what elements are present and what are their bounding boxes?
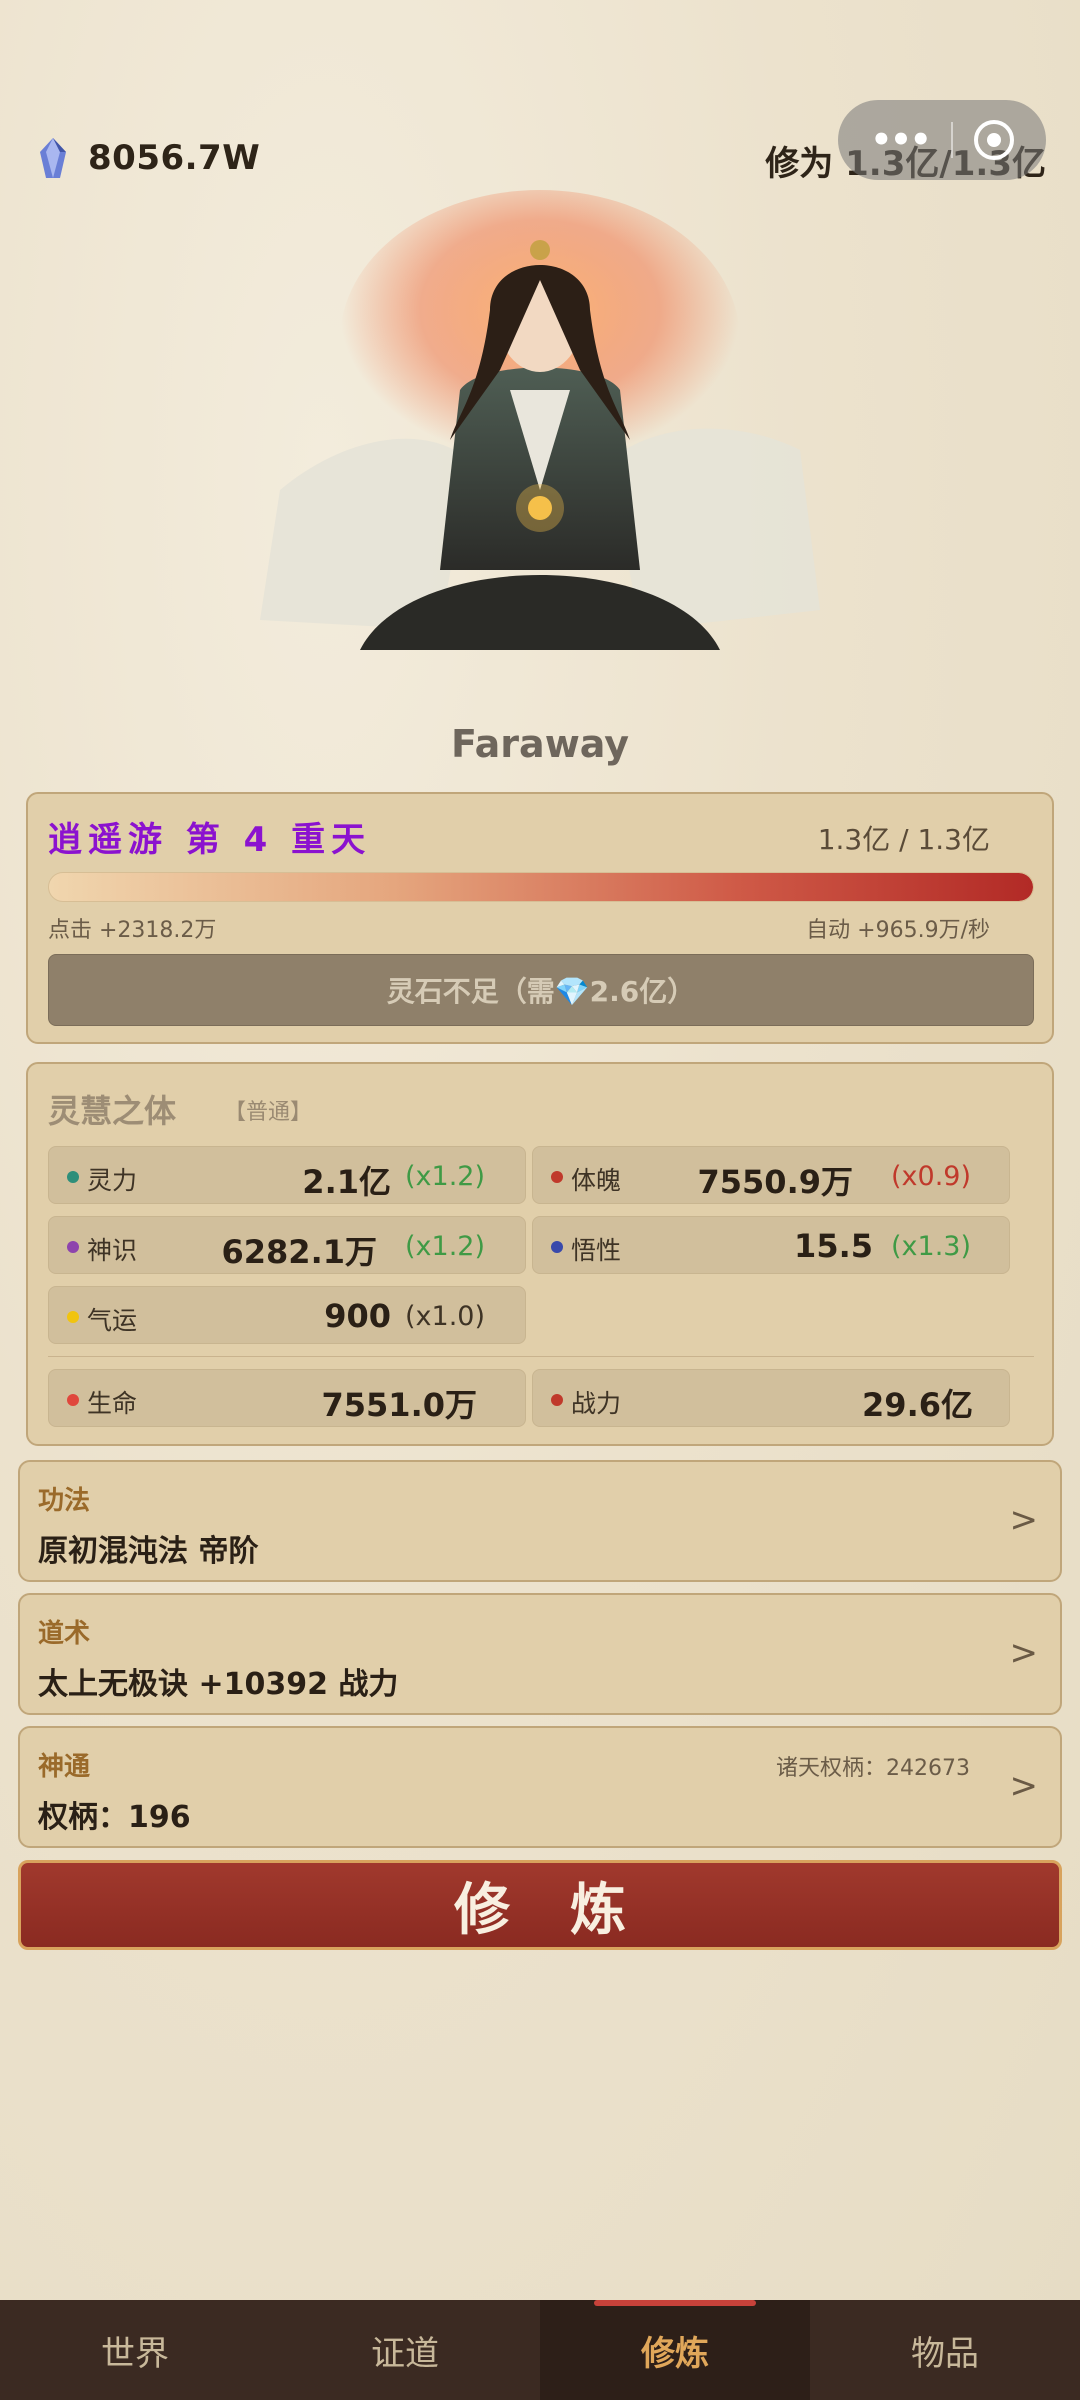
tab-items[interactable]: 物品 bbox=[810, 2300, 1080, 2400]
stat-physique: 体魄 7550.9万 (x0.9) bbox=[532, 1146, 1010, 1204]
stat-value: 6282.1万 bbox=[221, 1233, 378, 1271]
ability-row[interactable]: 神通 诸天权柄：242673 权柄：196 > bbox=[18, 1726, 1062, 1848]
stat-dot bbox=[67, 1241, 79, 1253]
stat-dot bbox=[551, 1394, 563, 1406]
chevron-right-icon: > bbox=[1009, 1500, 1039, 1540]
stat-value: 7551.0万 bbox=[321, 1386, 478, 1424]
breakthrough-button[interactable]: 灵石不足（需💎2.6亿） bbox=[48, 954, 1034, 1026]
stat-value: 900 bbox=[324, 1297, 391, 1335]
stat-multiplier: (x1.3) bbox=[891, 1231, 971, 1262]
stat-dot bbox=[551, 1171, 563, 1183]
stat-label: 灵力 bbox=[87, 1166, 138, 1195]
stat-label: 体魄 bbox=[571, 1166, 622, 1195]
stat-dot bbox=[67, 1311, 79, 1323]
art-category: 道术 bbox=[38, 1619, 91, 1649]
stat-label: 战力 bbox=[571, 1389, 622, 1418]
player-name: Faraway bbox=[450, 722, 630, 766]
stat-value: 7550.9万 bbox=[697, 1163, 854, 1201]
realm-progress-text: 1.3亿 / 1.3亿 bbox=[817, 823, 990, 856]
mini-program-capsule[interactable]: ••• bbox=[838, 100, 1046, 180]
stat-multiplier: (x1.0) bbox=[405, 1301, 485, 1332]
auto-gain-text: 自动 +965.9万/秒 bbox=[806, 918, 990, 943]
spirit-stone-value: 8056.7W bbox=[88, 138, 261, 178]
spirit-crystal-icon bbox=[40, 138, 66, 178]
cultivate-button[interactable]: 修炼 bbox=[18, 1860, 1062, 1950]
spirit-stone-counter: 8056.7W bbox=[38, 138, 260, 178]
stat-value: 29.6亿 bbox=[862, 1386, 973, 1424]
bottom-nav: 世界 证道 修炼 物品 bbox=[0, 2300, 1080, 2400]
art-row[interactable]: 道术 太上无极诀 +10392 战力 > bbox=[18, 1593, 1062, 1715]
cultivator-avatar bbox=[260, 190, 820, 650]
ability-side-info: 诸天权柄：242673 bbox=[776, 1756, 970, 1781]
technique-row[interactable]: 功法 原初混沌法 帝阶 > bbox=[18, 1460, 1062, 1582]
technique-value: 原初混沌法 帝阶 bbox=[38, 1534, 259, 1569]
body-grade: 【普通】 bbox=[224, 1100, 313, 1125]
body-stats-panel: 灵慧之体 【普通】 灵力 2.1亿 (x1.2) 体魄 7550.9万 (x0.… bbox=[26, 1062, 1054, 1446]
click-gain-text: 点击 +2318.2万 bbox=[48, 918, 217, 943]
stat-label: 气运 bbox=[87, 1306, 138, 1335]
realm-progress-bar bbox=[48, 872, 1034, 902]
stat-dot bbox=[551, 1241, 563, 1253]
stat-multiplier: (x0.9) bbox=[891, 1161, 971, 1192]
stat-multiplier: (x1.2) bbox=[405, 1231, 485, 1262]
realm-progress-fill bbox=[49, 873, 1033, 901]
realm-panel: 逍遥游 第 4 重天 1.3亿 / 1.3亿 点击 +2318.2万 自动 +9… bbox=[26, 792, 1054, 1044]
stat-dot bbox=[67, 1171, 79, 1183]
stat-multiplier: (x1.2) bbox=[405, 1161, 485, 1192]
tab-world[interactable]: 世界 bbox=[0, 2300, 270, 2400]
capsule-divider bbox=[950, 122, 953, 158]
realm-title: 逍遥游 第 4 重天 bbox=[48, 820, 372, 860]
tab-cultivate[interactable]: 修炼 bbox=[540, 2300, 810, 2400]
close-target-icon[interactable] bbox=[973, 120, 1014, 160]
stat-spirit-power: 灵力 2.1亿 (x1.2) bbox=[48, 1146, 526, 1204]
stat-life: 生命 7551.0万 bbox=[48, 1369, 526, 1427]
chevron-right-icon: > bbox=[1009, 1766, 1039, 1806]
ability-category: 神通 bbox=[38, 1752, 91, 1782]
body-type: 灵慧之体 bbox=[48, 1092, 177, 1130]
stat-value: 2.1亿 bbox=[302, 1163, 391, 1201]
stats-divider bbox=[48, 1356, 1034, 1357]
stat-label: 神识 bbox=[87, 1236, 138, 1265]
stat-dot bbox=[67, 1394, 79, 1406]
more-options-icon[interactable]: ••• bbox=[870, 120, 931, 160]
ability-value: 权柄：196 bbox=[38, 1800, 191, 1835]
stat-fortune: 气运 900 (x1.0) bbox=[48, 1286, 526, 1344]
stat-label: 生命 bbox=[87, 1389, 138, 1418]
art-value: 太上无极诀 +10392 战力 bbox=[38, 1667, 399, 1702]
stat-label: 悟性 bbox=[571, 1236, 622, 1265]
stat-combat-power: 战力 29.6亿 bbox=[532, 1369, 1010, 1427]
tab-proving-dao[interactable]: 证道 bbox=[270, 2300, 540, 2400]
stat-value: 15.5 bbox=[794, 1227, 873, 1265]
stat-comprehension: 悟性 15.5 (x1.3) bbox=[532, 1216, 1010, 1274]
stat-divine-sense: 神识 6282.1万 (x1.2) bbox=[48, 1216, 526, 1274]
technique-category: 功法 bbox=[38, 1486, 91, 1516]
chevron-right-icon: > bbox=[1009, 1633, 1039, 1673]
